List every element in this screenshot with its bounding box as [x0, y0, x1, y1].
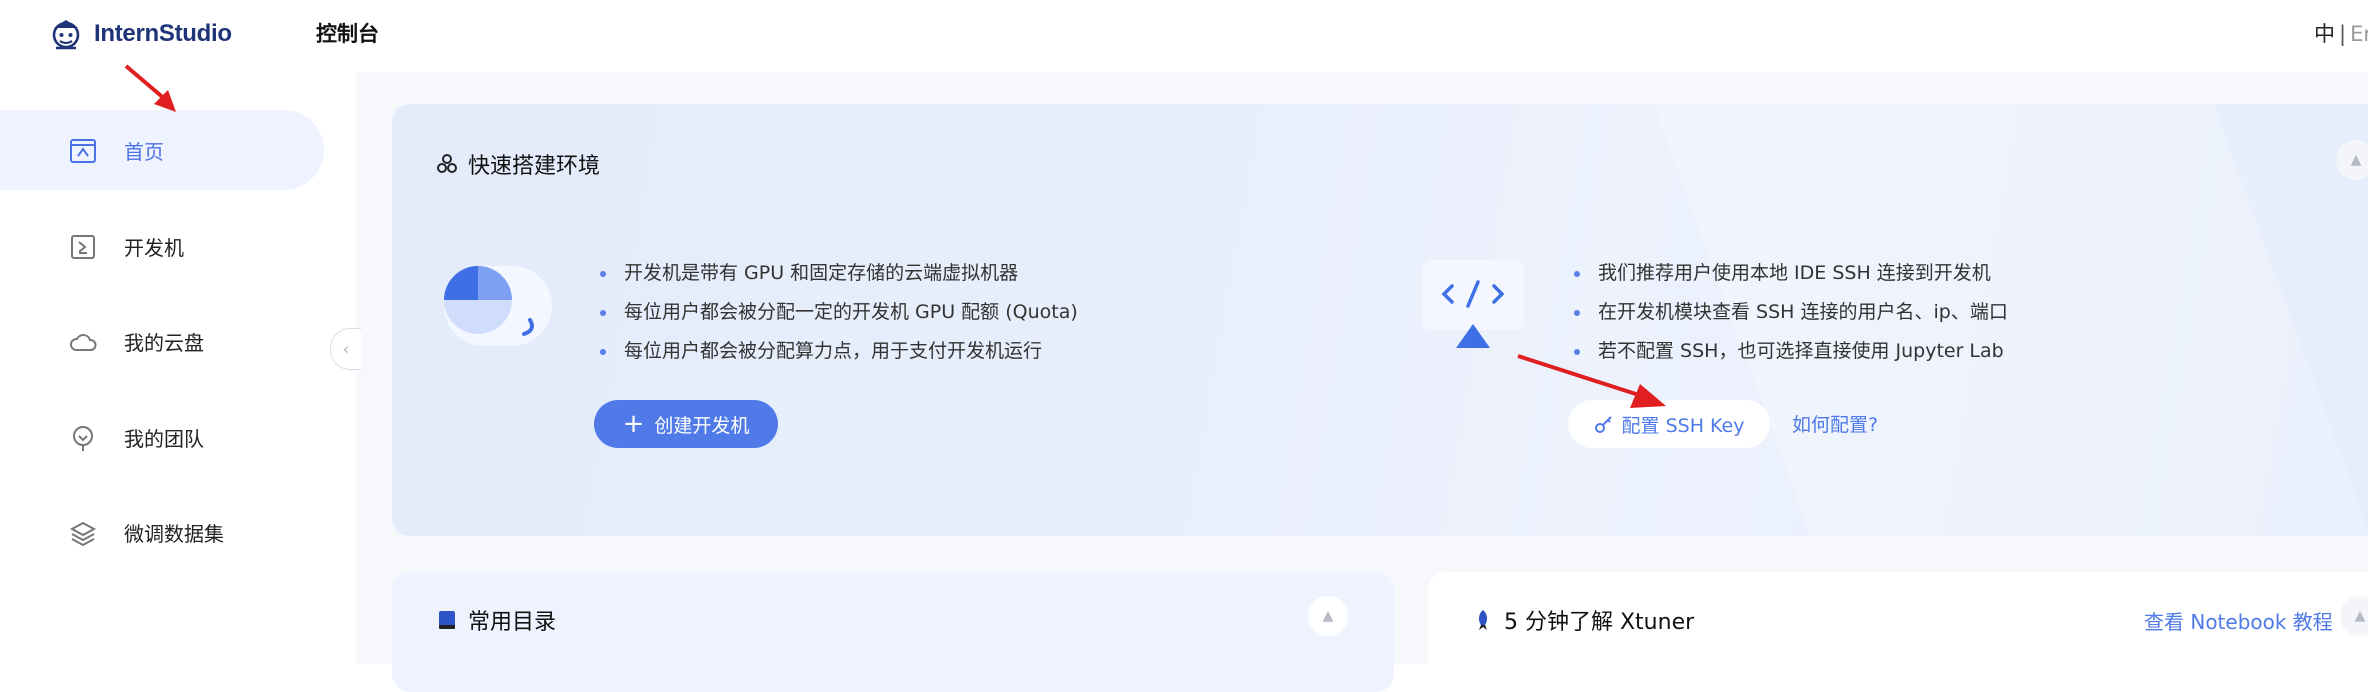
language-switch[interactable]: 中|En [2314, 18, 2368, 48]
cloud-icon [70, 334, 97, 351]
triangle-up-icon: ▲ [2350, 152, 2362, 168]
lang-separator: | [2339, 22, 2347, 46]
list-item: 每位用户都会被分配一定的开发机 GPU 配额 (Quota) [596, 293, 1078, 332]
card-title-text: 5 分钟了解 Xtuner [1504, 610, 1695, 635]
home-icon [70, 139, 96, 163]
plus-icon: + [622, 409, 645, 439]
sidebar-collapse-button[interactable]: ‹ [330, 328, 361, 370]
how-to-configure-link[interactable]: 如何配置? [1792, 410, 1878, 437]
card-title-text: 快速搭建环境 [468, 154, 601, 179]
rocket-icon [1478, 610, 1488, 630]
triangle-up-icon: ▲ [2354, 608, 2366, 624]
lang-en[interactable]: En [2350, 22, 2368, 46]
create-dev-machine-button[interactable]: + 创建开发机 [594, 400, 778, 448]
list-item: 每位用户都会被分配算力点，用于支付开发机运行 [596, 332, 1078, 371]
sidebar-item-cloud-drive[interactable]: 我的云盘 [0, 301, 324, 381]
quick-setup-title: 快速搭建环境 [436, 148, 600, 180]
sidebar-item-finetune-dataset[interactable]: 微调数据集 [0, 492, 324, 572]
dev-machine-info-list: 开发机是带有 GPU 和固定存储的云端虚拟机器 每位用户都会被分配一定的开发机 … [596, 254, 1078, 371]
common-directories-title: 常用目录 [436, 604, 556, 636]
create-button-label: 创建开发机 [654, 414, 750, 437]
notebook-tutorial-link[interactable]: 查看 Notebook 教程 [2144, 606, 2333, 635]
collapse-quick-setup-button[interactable]: ▲ [2336, 140, 2368, 180]
logo-mascot-icon [52, 20, 80, 50]
triangle-up-icon: ▲ [1322, 608, 1334, 624]
sidebar-item-label: 开发机 [124, 235, 184, 260]
terminal-icon [71, 235, 95, 259]
list-item: 在开发机模块查看 SSH 连接的用户名、ip、端口 [1570, 293, 2008, 332]
annotation-arrow-ssh [1517, 354, 1666, 408]
sidebar-item-home[interactable]: 首页 [0, 110, 324, 190]
lang-zh[interactable]: 中 [2314, 22, 2335, 46]
page-title: 控制台 [316, 22, 379, 46]
sidebar-item-devmachine[interactable]: 开发机 [0, 206, 324, 286]
sidebar-item-label: 我的团队 [124, 426, 204, 451]
card-title-text: 常用目录 [468, 610, 557, 635]
list-item: 开发机是带有 GPU 和固定存储的云端虚拟机器 [596, 254, 1078, 293]
chevron-left-icon: ‹ [342, 338, 350, 360]
logo-text: InternStudio [94, 20, 232, 47]
annotation-arrow-home [124, 64, 176, 112]
sidebar-item-label: 微调数据集 [124, 521, 224, 546]
dev-machine-illustration [444, 266, 552, 346]
collapse-common-dirs-button[interactable]: ▲ [1308, 596, 1348, 636]
logo[interactable]: InternStudio [46, 12, 232, 56]
sidebar-item-team[interactable]: 我的团队 [0, 397, 324, 477]
book-icon [439, 611, 455, 629]
key-icon [1594, 416, 1612, 433]
ssh-code-illustration [1422, 260, 1524, 348]
sidebar-item-label: 我的云盘 [124, 330, 204, 355]
xtuner-title: 5 分钟了解 Xtuner [1472, 604, 1694, 636]
sidebar-item-label: 首页 [124, 139, 164, 164]
team-icon [73, 426, 93, 451]
dataset-layers-icon [69, 521, 97, 547]
cluster-icon [437, 154, 457, 173]
top-bar: InternStudio 控制台 中|En [0, 0, 2368, 72]
list-item: 我们推荐用户使用本地 IDE SSH 连接到开发机 [1570, 254, 2008, 293]
sidebar: 首页 开发机 我的云盘 我的团队 微调数据集 [0, 72, 356, 664]
